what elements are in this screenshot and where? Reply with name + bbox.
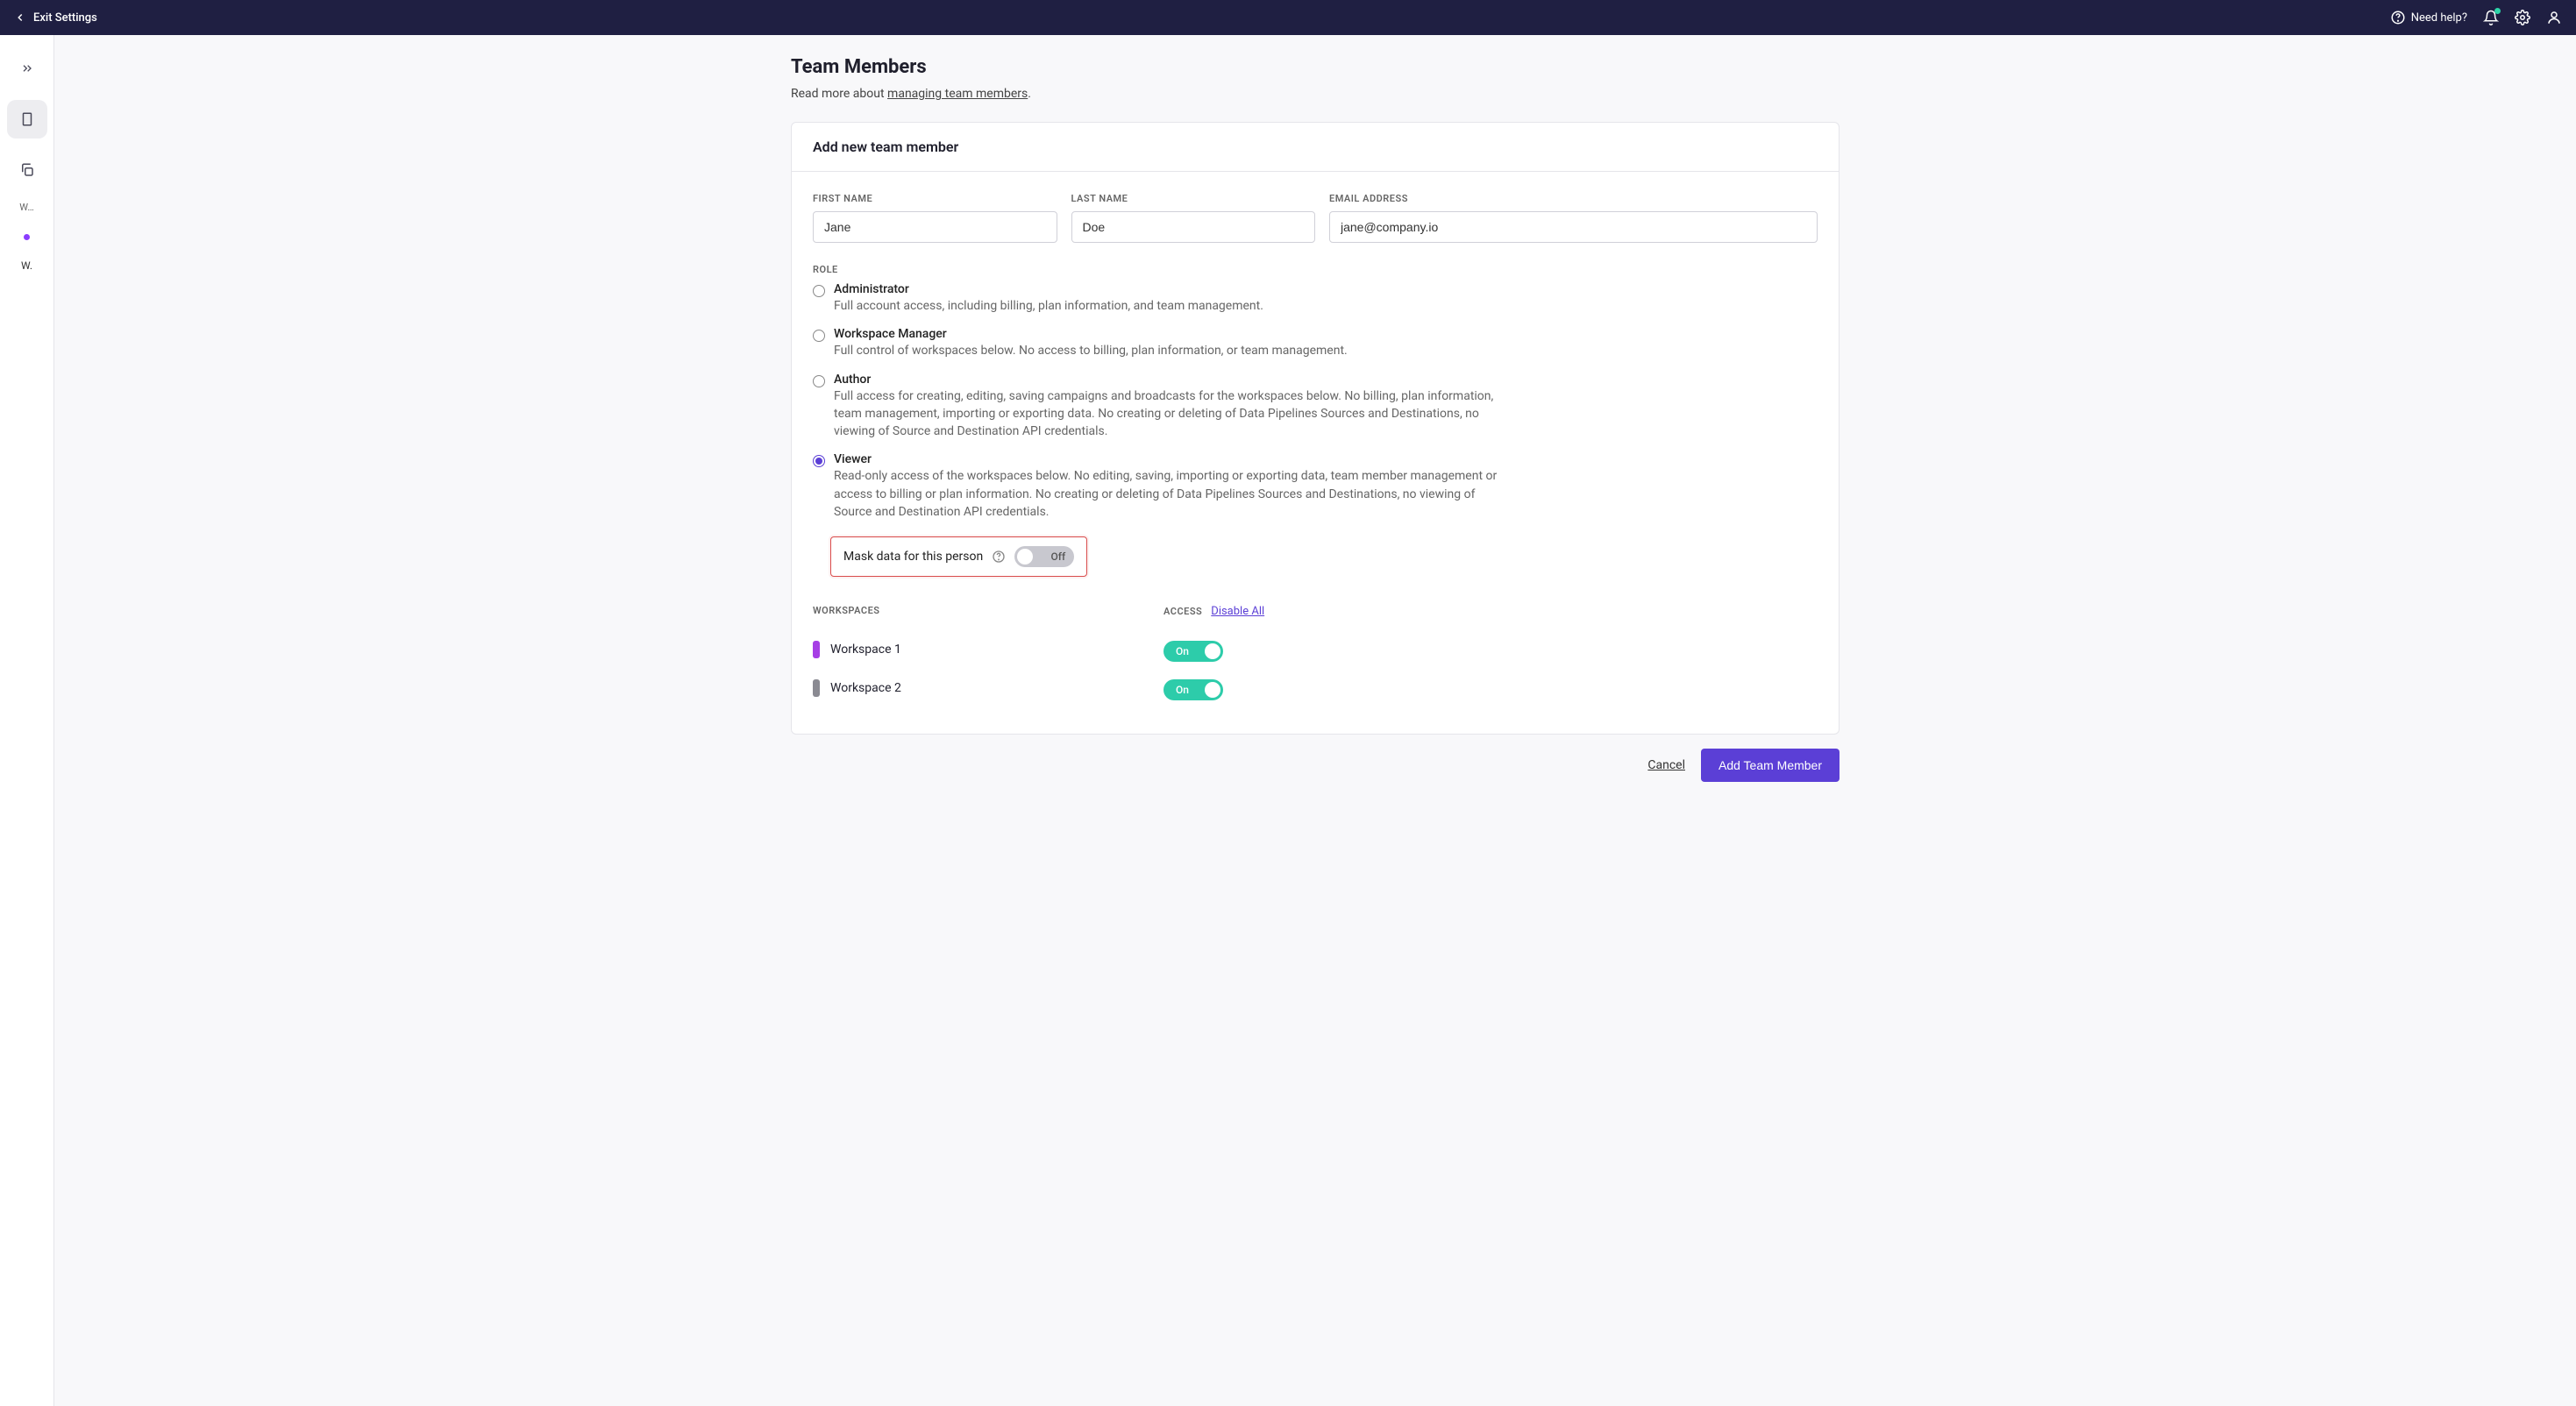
workspaces-label: Workspaces xyxy=(813,605,879,616)
ws2-toggle-text: On xyxy=(1176,684,1189,696)
sidebar-dot xyxy=(24,234,30,240)
radio-administrator[interactable] xyxy=(813,285,825,297)
role-option-workspace-manager[interactable]: Workspace Manager Full control of worksp… xyxy=(813,327,1818,359)
managing-team-link[interactable]: managing team members xyxy=(887,87,1028,101)
sidebar: W… W. xyxy=(0,35,54,1406)
exit-settings-label: Exit Settings xyxy=(33,11,97,25)
help-icon xyxy=(992,550,1006,564)
main-content: Team Members Read more about managing te… xyxy=(54,35,2576,1406)
last-name-label: Last Name xyxy=(1071,193,1316,204)
chevrons-right-icon xyxy=(20,61,34,75)
top-bar: Exit Settings Need help? xyxy=(0,0,2576,35)
mask-help-icon[interactable] xyxy=(992,550,1006,564)
radio-viewer[interactable] xyxy=(813,455,825,467)
copy-icon xyxy=(19,162,35,178)
settings-button[interactable] xyxy=(2515,10,2530,25)
subtitle-suffix: . xyxy=(1028,87,1031,101)
email-input[interactable] xyxy=(1329,211,1818,243)
role-title-administrator: Administrator xyxy=(834,282,1263,296)
sidebar-label-1: W… xyxy=(7,202,47,213)
need-help-label: Need help? xyxy=(2411,11,2467,25)
mask-data-toggle[interactable]: Off xyxy=(1014,546,1074,567)
role-option-administrator[interactable]: Administrator Full account access, inclu… xyxy=(813,282,1818,315)
workspace-name-2: Workspace 2 xyxy=(830,681,901,695)
chevron-left-icon xyxy=(14,11,26,24)
role-desc-workspace-manager: Full control of workspaces below. No acc… xyxy=(834,342,1348,359)
access-label: Access xyxy=(1163,606,1202,617)
workspace-color-2 xyxy=(813,679,820,697)
workspace-row-2: Workspace 2 xyxy=(813,672,1058,704)
workspace-1-toggle[interactable]: On xyxy=(1163,641,1223,662)
card-header: Add new team member xyxy=(792,123,1839,172)
mask-toggle-text: Off xyxy=(1051,550,1066,563)
exit-settings-button[interactable]: Exit Settings xyxy=(14,11,97,25)
profile-button[interactable] xyxy=(2546,10,2562,25)
cancel-button[interactable]: Cancel xyxy=(1647,758,1685,772)
add-team-member-button[interactable]: Add Team Member xyxy=(1701,749,1839,782)
workspace-name-1: Workspace 1 xyxy=(830,643,901,657)
email-label: Email Address xyxy=(1329,193,1818,204)
workspace-2-toggle[interactable]: On xyxy=(1163,679,1223,700)
role-desc-author: Full access for creating, editing, savin… xyxy=(834,387,1509,441)
ws1-toggle-text: On xyxy=(1176,645,1189,657)
mask-data-row: Mask data for this person Off xyxy=(830,536,1087,577)
first-name-label: First Name xyxy=(813,193,1057,204)
gear-icon xyxy=(2515,10,2530,25)
page-title: Team Members xyxy=(791,56,1839,78)
role-label: Role xyxy=(813,264,1818,275)
add-member-card: Add new team member First Name Last Name… xyxy=(791,122,1839,735)
radio-author[interactable] xyxy=(813,375,825,387)
role-option-author[interactable]: Author Full access for creating, editing… xyxy=(813,373,1818,441)
disable-all-link[interactable]: Disable All xyxy=(1211,605,1264,618)
notifications-button[interactable] xyxy=(2483,10,2499,25)
sidebar-item-copy[interactable] xyxy=(7,151,47,189)
sidebar-expand[interactable] xyxy=(7,49,47,88)
role-desc-administrator: Full account access, including billing, … xyxy=(834,297,1263,315)
radio-workspace-manager[interactable] xyxy=(813,330,825,342)
role-option-viewer[interactable]: Viewer Read-only access of the workspace… xyxy=(813,452,1818,521)
role-title-author: Author xyxy=(834,373,1509,387)
last-name-input[interactable] xyxy=(1071,211,1316,243)
need-help-link[interactable]: Need help? xyxy=(2390,10,2467,25)
role-title-workspace-manager: Workspace Manager xyxy=(834,327,1348,341)
notification-dot xyxy=(2494,8,2501,14)
role-title-viewer: Viewer xyxy=(834,452,1509,466)
mask-data-label: Mask data for this person xyxy=(843,550,983,564)
user-icon xyxy=(2546,10,2562,25)
workspace-row-1: Workspace 1 xyxy=(813,634,1058,665)
form-actions: Cancel Add Team Member xyxy=(770,735,1861,796)
sidebar-label-2[interactable]: W. xyxy=(21,259,32,272)
top-right: Need help? xyxy=(2390,10,2562,25)
workspace-color-1 xyxy=(813,641,820,658)
building-icon xyxy=(19,111,35,127)
first-name-input[interactable] xyxy=(813,211,1057,243)
help-icon xyxy=(2390,10,2406,25)
sidebar-item-workspace[interactable] xyxy=(7,100,47,138)
page-subtitle: Read more about managing team members. xyxy=(791,87,1839,101)
subtitle-prefix: Read more about xyxy=(791,87,887,101)
role-desc-viewer: Read-only access of the workspaces below… xyxy=(834,467,1509,521)
